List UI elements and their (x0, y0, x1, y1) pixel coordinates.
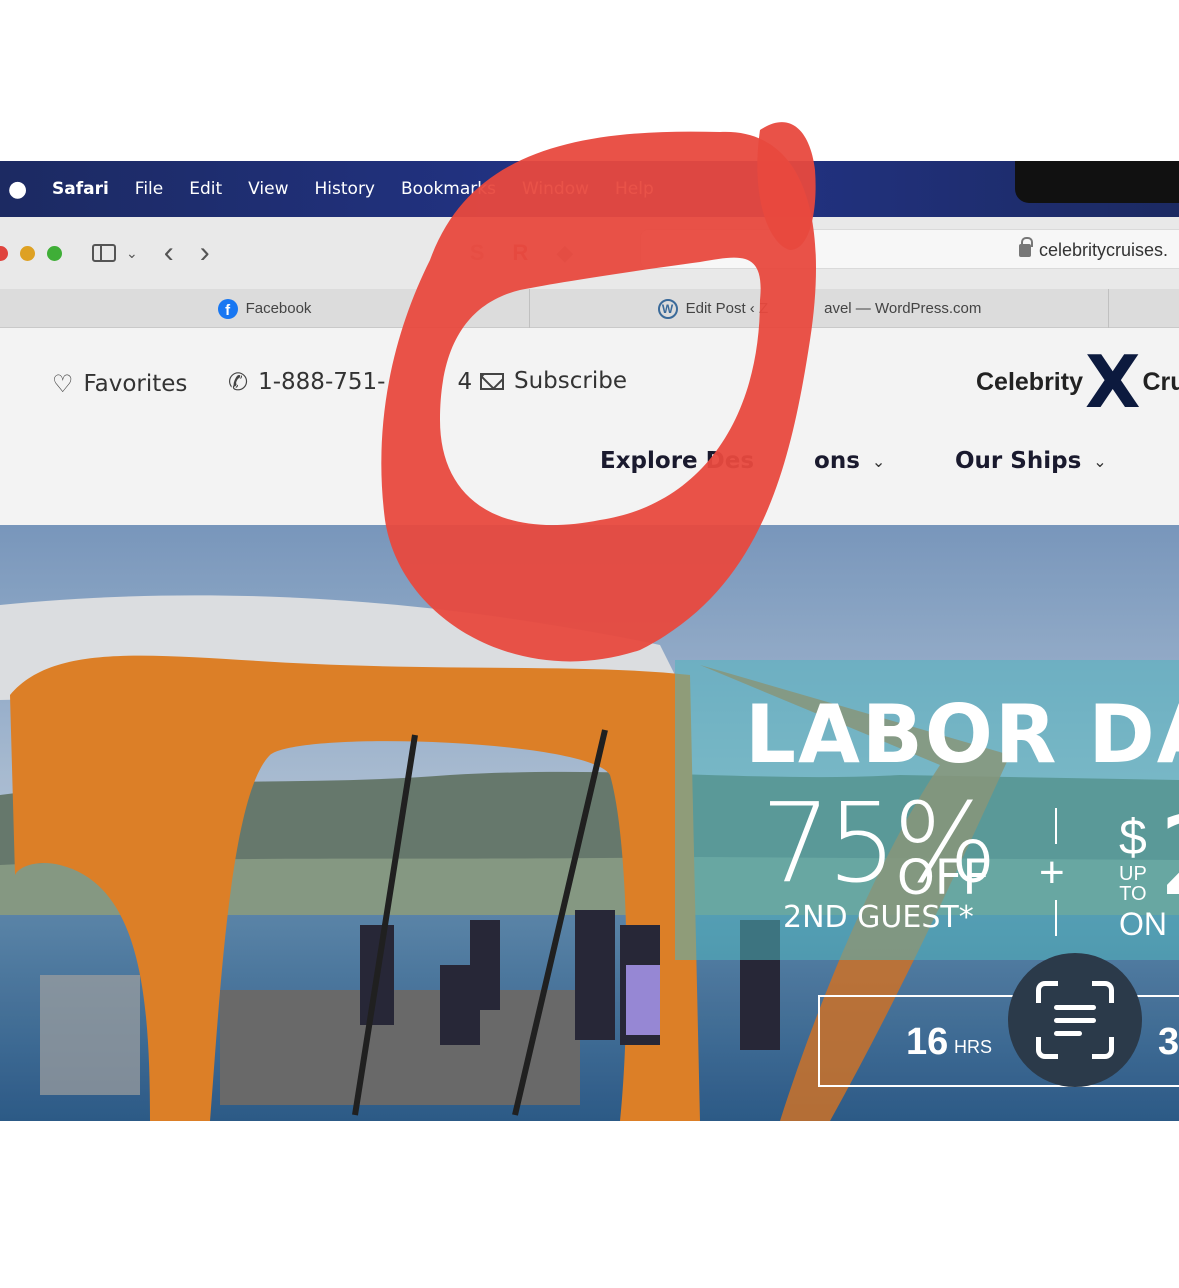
chevron-down-icon: ⌄ (126, 244, 138, 261)
menu-window[interactable]: Window (522, 179, 589, 199)
facebook-icon: f (217, 298, 238, 319)
tab-label-continued: avel — WordPress.com (824, 300, 982, 317)
zoom-window-button[interactable] (47, 245, 62, 261)
apple-menu-icon[interactable]: ● (8, 177, 27, 202)
extension-r-icon[interactable]: R (512, 240, 528, 266)
menu-help[interactable]: Help (615, 179, 654, 199)
on-label: ON (1119, 906, 1167, 942)
subscribe-label: Subscribe (514, 368, 628, 394)
favorites-link[interactable]: ♡ Favorites (52, 370, 187, 398)
divider (1055, 808, 1057, 844)
up-to-label: UP TO (1119, 864, 1147, 904)
extension-s-icon[interactable]: S (470, 240, 485, 266)
menu-history[interactable]: History (315, 179, 375, 199)
nav-label: Explore Des (600, 448, 755, 474)
back-button[interactable]: ‹ (164, 238, 174, 268)
sidebar-toggle-button[interactable]: ⌄ (92, 244, 138, 262)
site-header: ♡ Favorites ✆ 1-888-751- 4 Subscribe Cel… (0, 328, 1179, 525)
phone-number-tail: 4 (457, 369, 473, 395)
plus-sign: + (1039, 848, 1065, 897)
subscribe-link[interactable]: Subscribe (480, 368, 627, 394)
menu-app-safari[interactable]: Safari (52, 179, 109, 199)
shield-icon[interactable]: ◆ (556, 240, 573, 266)
countdown-next: 3 (1158, 1021, 1179, 1063)
tab-label: Facebook (245, 300, 312, 317)
hero-banner[interactable]: LABOR DA 75% OFF 2ND GUEST* + $ UP TO 2 … (0, 525, 1179, 1121)
dollar-sign: $ (1119, 809, 1147, 865)
tab-facebook[interactable]: f Facebook (0, 289, 530, 328)
sidebar-icon (92, 244, 116, 262)
safari-toolbar: ⌄ ‹ › S R ◆ celebritycruises. (0, 217, 1179, 289)
minimize-window-button[interactable] (20, 245, 35, 261)
up-text: UP (1119, 863, 1147, 885)
phone-icon: ✆ (228, 368, 249, 396)
menu-view[interactable]: View (248, 179, 288, 199)
macos-menu-bar: ● Safari File Edit View History Bookmark… (0, 161, 1179, 217)
chevron-down-icon: ⌄ (871, 451, 886, 471)
credit-amount: 2 (1159, 792, 1179, 920)
tab-bar: f Facebook W Edit Post ‹ Z avel — WordPr… (0, 289, 1179, 328)
chevron-down-icon: ⌄ (1093, 451, 1107, 471)
celebrity-cruises-logo[interactable]: Celebrity X Cru (976, 346, 1179, 418)
countdown-hours: 16 (906, 1021, 949, 1063)
countdown-hours-unit: HRS (954, 1037, 993, 1057)
live-text-scan-button[interactable] (1008, 953, 1142, 1087)
favorites-label: Favorites (83, 371, 188, 397)
menu-bookmarks[interactable]: Bookmarks (401, 179, 496, 199)
phone-number: 1-888-751- (258, 369, 386, 395)
nav-our-ships[interactable]: Our Ships ⌄ (955, 448, 1107, 474)
close-window-button[interactable] (0, 245, 8, 261)
text-scan-icon (1036, 981, 1114, 1059)
address-text[interactable]: celebritycruises. (1019, 237, 1169, 261)
phone-link[interactable]: ✆ 1-888-751- 4 (228, 368, 472, 396)
extension-icons: S R ◆ (470, 240, 574, 266)
promo-title: LABOR DA (745, 688, 1179, 781)
promo-panel[interactable]: LABOR DA 75% OFF 2ND GUEST* + $ UP TO 2 … (675, 660, 1179, 960)
tab-label: Edit Post ‹ Z (685, 300, 769, 317)
url-text: celebritycruises. (1039, 240, 1169, 260)
heart-icon: ♡ (52, 370, 74, 398)
wordpress-icon: W (657, 298, 678, 319)
laptop-screen: ● Safari File Edit View History Bookmark… (0, 161, 1179, 1121)
brand-text-left: Celebrity (976, 367, 1083, 396)
x-logo-icon: X (1084, 340, 1141, 424)
second-guest-label: 2ND GUEST* (783, 900, 974, 935)
lock-icon (1019, 237, 1033, 257)
menu-file[interactable]: File (135, 179, 163, 199)
brand-text-right: Cru (1142, 367, 1179, 396)
to-text: TO (1119, 883, 1147, 905)
forward-button[interactable]: › (200, 238, 210, 268)
divider (1055, 900, 1057, 936)
tab-wordpress-edit-post[interactable]: W Edit Post ‹ Z avel — WordPress.com (531, 289, 1109, 328)
camera-notch (1015, 161, 1179, 203)
nav-label: Our Ships (955, 448, 1082, 474)
nav-explore-destinations[interactable]: Explore Des ons ⌄ (600, 448, 885, 474)
mail-icon (480, 372, 504, 390)
nav-label-tail: ons (814, 448, 860, 474)
window-controls (0, 245, 62, 261)
discount-off: OFF (897, 850, 990, 906)
menu-edit[interactable]: Edit (189, 179, 222, 199)
address-bar[interactable]: celebritycruises. (640, 229, 1179, 269)
